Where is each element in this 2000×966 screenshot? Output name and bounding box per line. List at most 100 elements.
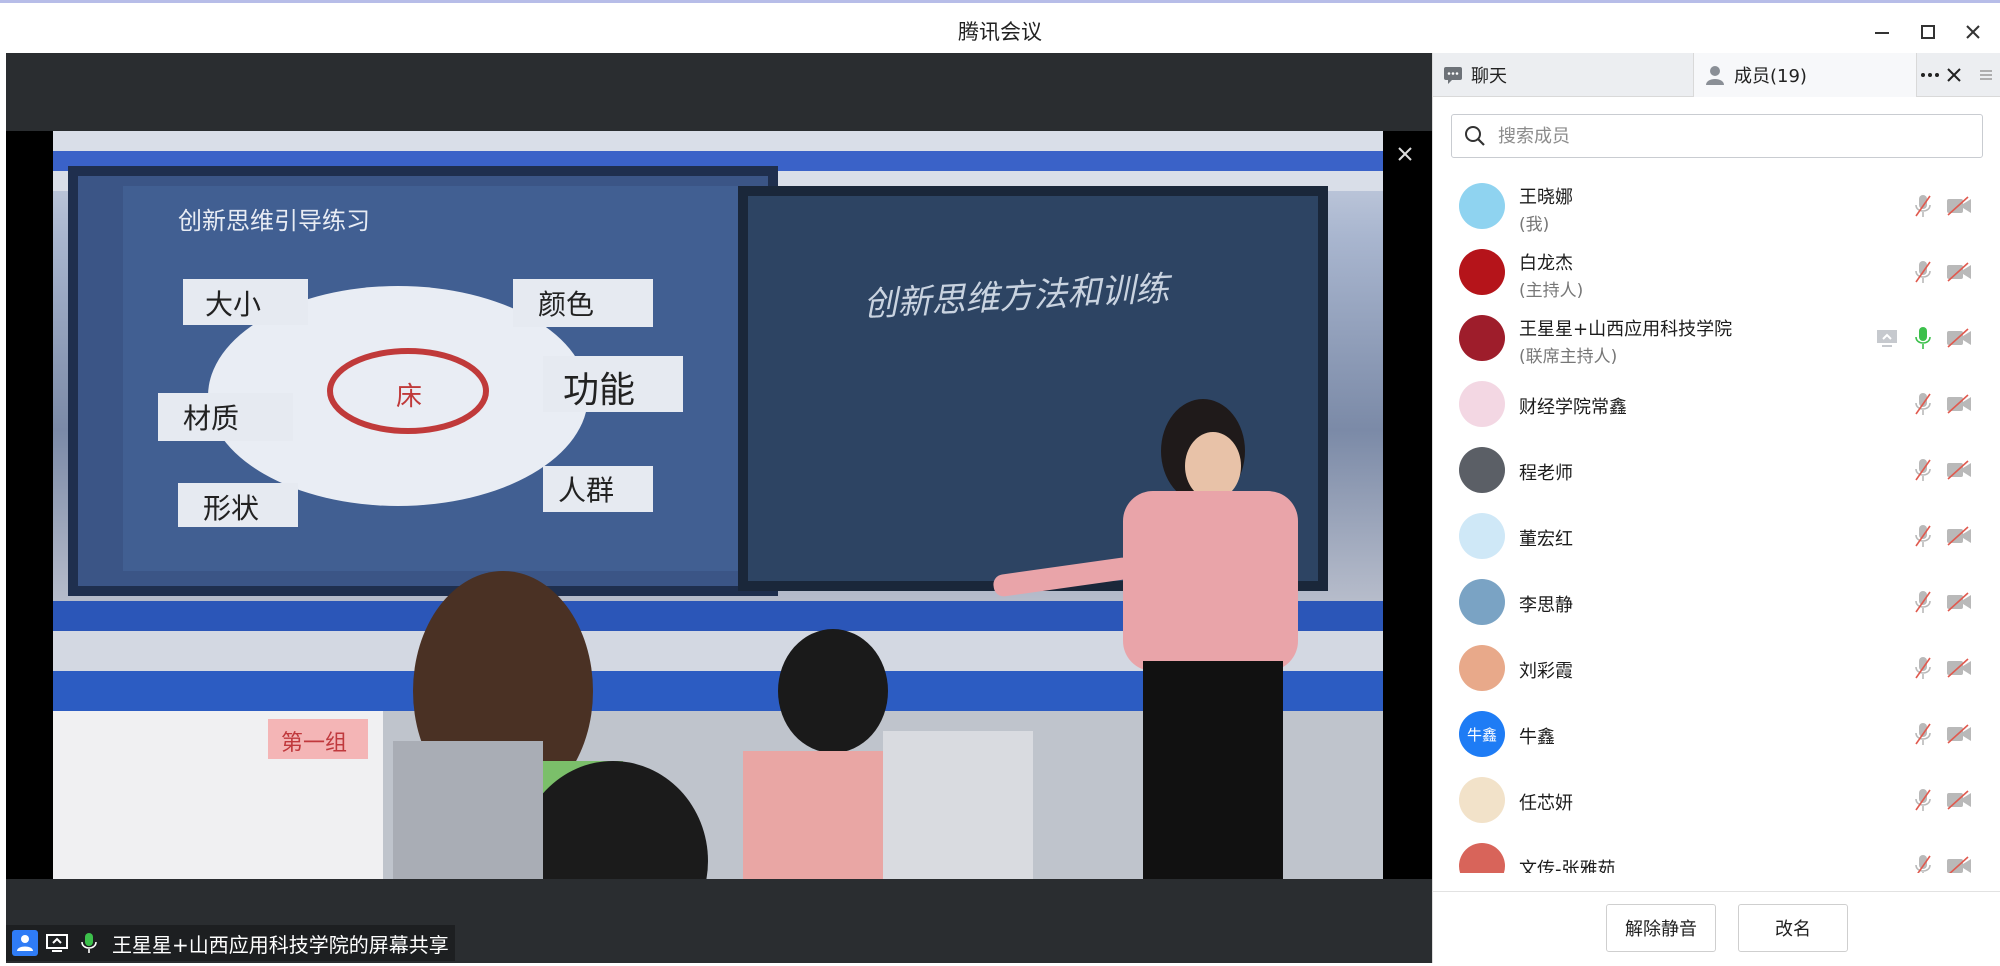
microphone-muted-icon[interactable]	[1909, 259, 1937, 285]
avatar	[1459, 843, 1505, 873]
member-row[interactable]: 王星星+山西应用科技学院 (联席主持人)	[1433, 305, 2000, 371]
close-icon	[1398, 147, 1412, 161]
member-row[interactable]: 文传-张雅茹	[1433, 833, 2000, 873]
member-name: 王晓娜	[1519, 187, 1573, 208]
shared-video[interactable]: 创新思维引导练习 床 大小 颜色 功能 材质 形状 人群 创新思维方法和训练 第…	[6, 131, 1432, 879]
member-name: 牛鑫	[1519, 727, 1555, 748]
member-row[interactable]: 白龙杰 (主持人)	[1433, 239, 2000, 305]
chat-icon	[1444, 67, 1462, 84]
avatar	[1459, 579, 1505, 625]
camera-off-icon[interactable]	[1945, 787, 1973, 813]
rename-button[interactable]: 改名	[1738, 904, 1848, 952]
panel-menu-button[interactable]	[1971, 59, 2000, 91]
microphone-on-icon[interactable]	[1909, 325, 1937, 351]
member-row[interactable]: 王晓娜 (我)	[1433, 173, 2000, 239]
menu-icon	[1980, 70, 1992, 80]
tab-members[interactable]: 成员(19)	[1693, 53, 1917, 97]
member-name: 刘彩霞	[1519, 661, 1573, 682]
member-row[interactable]: 董宏红	[1433, 503, 2000, 569]
slide-label-material: 材质	[183, 402, 240, 435]
member-row[interactable]: 刘彩霞	[1433, 635, 2000, 701]
minimize-icon	[1875, 32, 1889, 34]
maximize-button[interactable]	[1910, 14, 1946, 50]
panel-tabs: 聊天 成员(19)	[1433, 53, 2000, 97]
avatar	[1459, 645, 1505, 691]
search-icon	[1465, 126, 1485, 146]
microphone-muted-icon[interactable]	[1909, 457, 1937, 483]
microphone-muted-icon[interactable]	[1909, 589, 1937, 615]
minimize-button[interactable]	[1864, 14, 1900, 50]
member-name: 程老师	[1519, 463, 1573, 484]
member-row[interactable]: 李思静	[1433, 569, 2000, 635]
avatar	[1459, 447, 1505, 493]
camera-off-icon[interactable]	[1945, 853, 1973, 873]
member-name: 董宏红	[1519, 529, 1573, 550]
member-row[interactable]: 牛鑫 牛鑫	[1433, 701, 2000, 767]
member-row[interactable]: 财经学院常鑫	[1433, 371, 2000, 437]
slide-label-crowd: 人群	[558, 474, 615, 507]
member-role: (联席主持人)	[1519, 347, 1618, 367]
close-window-button[interactable]	[1955, 14, 1991, 50]
avatar	[1459, 777, 1505, 823]
screen-share-icon	[44, 930, 70, 956]
exit-fullscreen-share-button[interactable]	[1390, 139, 1420, 169]
member-name: 王星星+山西应用科技学院	[1519, 319, 1733, 340]
member-panel-footer: 解除静音 改名	[1433, 891, 2000, 963]
camera-off-icon[interactable]	[1945, 391, 1973, 417]
camera-off-icon[interactable]	[1945, 721, 1973, 747]
tab-chat-label: 聊天	[1471, 66, 1507, 87]
member-name: 李思静	[1519, 595, 1573, 616]
member-list: 王晓娜 (我) 白龙杰 (主持人) 王星星+山西应用科技学院 (联席主持人) 财经学院常鑫程…	[1433, 173, 2000, 873]
member-role: (我)	[1519, 215, 1550, 235]
camera-off-icon[interactable]	[1945, 325, 1973, 351]
maximize-icon	[1921, 25, 1935, 39]
slide-label-size: 大小	[205, 288, 262, 321]
shared-screen-area: 创新思维引导练习 床 大小 颜色 功能 材质 形状 人群 创新思维方法和训练 第…	[6, 53, 1432, 963]
member-name: 任芯妍	[1519, 793, 1573, 814]
slide-label-shape: 形状	[203, 492, 260, 525]
close-icon	[1947, 68, 1961, 82]
member-row[interactable]: 任芯妍	[1433, 767, 2000, 833]
member-name: 白龙杰	[1519, 253, 1573, 274]
member-name: 财经学院常鑫	[1519, 397, 1627, 418]
microphone-active-icon	[76, 930, 102, 956]
member-row[interactable]: 程老师	[1433, 437, 2000, 503]
avatar: 牛鑫	[1459, 711, 1505, 757]
more-icon	[1921, 73, 1939, 77]
member-search-box[interactable]	[1451, 114, 1983, 158]
microphone-muted-icon[interactable]	[1909, 787, 1937, 813]
side-panel: 聊天 成员(19) 王晓娜 (我) 白龙杰 (主持人) 王星星+山西应用科技学院 (联席主…	[1432, 53, 2000, 963]
camera-off-icon[interactable]	[1945, 259, 1973, 285]
screen-share-owner-text: 王星星+山西应用科技学院的屏幕共享	[112, 932, 449, 957]
microphone-muted-icon[interactable]	[1909, 523, 1937, 549]
microphone-muted-icon[interactable]	[1909, 721, 1937, 747]
microphone-muted-icon[interactable]	[1909, 391, 1937, 417]
user-icon[interactable]	[12, 930, 38, 956]
unmute-all-button[interactable]: 解除静音	[1606, 904, 1716, 952]
microphone-muted-icon[interactable]	[1909, 193, 1937, 219]
avatar	[1459, 315, 1505, 361]
slide-label-color: 颜色	[538, 288, 595, 321]
slide-label-function: 功能	[563, 370, 636, 411]
microphone-muted-icon[interactable]	[1909, 655, 1937, 681]
meeting-window: 腾讯会议 创新思维引导练习 床 大小 颜色 功能 材质 形状 人群 创新思维方法…	[0, 0, 2000, 966]
microphone-muted-icon[interactable]	[1909, 853, 1937, 873]
camera-off-icon[interactable]	[1945, 523, 1973, 549]
camera-off-icon[interactable]	[1945, 457, 1973, 483]
close-panel-button[interactable]	[1939, 59, 1969, 91]
slide-title: 创新思维引导练习	[178, 207, 370, 235]
window-title: 腾讯会议	[958, 20, 1042, 44]
camera-off-icon[interactable]	[1945, 193, 1973, 219]
close-icon	[1966, 25, 1980, 39]
tab-members-label: 成员(19)	[1734, 66, 1807, 87]
title-bar: 腾讯会议	[0, 6, 2000, 54]
avatar	[1459, 513, 1505, 559]
member-name: 文传-张雅茹	[1519, 859, 1616, 873]
classroom-video-frame: 创新思维引导练习 床 大小 颜色 功能 材质 形状 人群 创新思维方法和训练 第…	[53, 131, 1383, 879]
camera-off-icon[interactable]	[1945, 589, 1973, 615]
avatar	[1459, 183, 1505, 229]
avatar	[1459, 381, 1505, 427]
tab-chat[interactable]: 聊天	[1433, 53, 1691, 97]
member-search-input[interactable]	[1498, 125, 1938, 147]
camera-off-icon[interactable]	[1945, 655, 1973, 681]
